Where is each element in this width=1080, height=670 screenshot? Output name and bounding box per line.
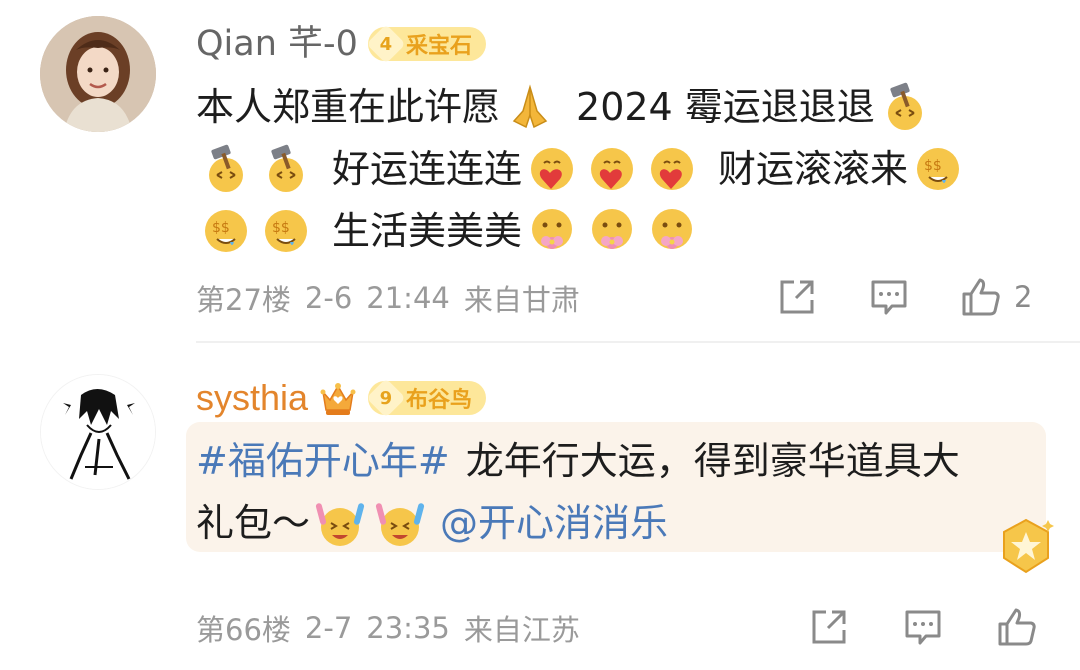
comment-divider bbox=[196, 341, 1080, 343]
heart-hug-emoji-icon bbox=[526, 143, 578, 195]
username[interactable]: systhia bbox=[196, 374, 308, 422]
comment-item: Qian 芊-0 4 采宝石 本人郑重在此许愿 2024 霉运退退退 好运连连连 bbox=[0, 0, 1080, 340]
fan-level-badge[interactable]: 4 采宝石 bbox=[366, 24, 486, 64]
badge-level-icon: 4 bbox=[366, 24, 406, 64]
fan-level-badge[interactable]: 9 布谷鸟 bbox=[366, 378, 487, 418]
avatar[interactable] bbox=[40, 374, 156, 490]
badge-label: 布谷鸟 bbox=[406, 388, 473, 413]
cheering-emoji-icon bbox=[314, 497, 366, 549]
badge-level-icon: 9 bbox=[366, 378, 406, 418]
comment-text-line: $$ $$ 生活美美美 bbox=[196, 200, 702, 262]
badge-label: 采宝石 bbox=[405, 34, 472, 59]
mention-link[interactable]: @开心消消乐 bbox=[440, 492, 668, 554]
money-eyes-emoji-icon: $$ bbox=[912, 143, 964, 195]
heart-hug-emoji-icon bbox=[646, 143, 698, 195]
post-location: 来自江苏 bbox=[463, 613, 580, 647]
like-count: 2 bbox=[1014, 280, 1033, 314]
like-icon bbox=[962, 278, 1000, 316]
share-icon bbox=[812, 610, 846, 644]
username[interactable]: Qian 芊-0 bbox=[196, 20, 358, 68]
post-time: 21:44 bbox=[366, 281, 450, 315]
share-icon bbox=[780, 280, 814, 314]
comment-meta: 第66楼 2-7 23:35 来自江苏 bbox=[196, 606, 580, 650]
comment-text: 龙年行大运，得到豪华道具大 bbox=[465, 439, 960, 483]
comment-icon bbox=[905, 610, 941, 645]
topic-link[interactable]: #福佑开心年# bbox=[196, 430, 450, 492]
comment-icon bbox=[871, 280, 907, 315]
svg-text:$$: $$ bbox=[272, 220, 290, 236]
hammer-emoji-icon bbox=[200, 143, 252, 195]
svg-text:$$: $$ bbox=[212, 220, 230, 236]
heart-hug-emoji-icon bbox=[586, 143, 638, 195]
like-icon bbox=[998, 608, 1036, 646]
comment-text-line: 本人郑重在此许愿 2024 霉运退退退 bbox=[196, 76, 935, 138]
premium-star-badge-icon bbox=[1003, 518, 1054, 574]
money-eyes-emoji-icon: $$ bbox=[200, 205, 252, 257]
comment-text: 好运连连连 bbox=[332, 147, 523, 191]
hammer-emoji-icon bbox=[260, 143, 312, 195]
comment-text: 礼包～ bbox=[196, 501, 311, 545]
comment-text-line: 礼包～ @开心消消乐 bbox=[196, 492, 668, 554]
comment-button[interactable] bbox=[868, 276, 910, 318]
floor-number: 第66楼 bbox=[196, 613, 291, 647]
like-button[interactable] bbox=[996, 606, 1050, 648]
post-date: 2-6 bbox=[304, 281, 353, 315]
flower-emoji-icon bbox=[586, 205, 638, 257]
cheering-emoji-icon bbox=[374, 497, 426, 549]
svg-text:$$: $$ bbox=[924, 158, 942, 174]
floor-number: 第27楼 bbox=[196, 283, 291, 317]
comment-meta: 第27楼 2-6 21:44 来自甘肃 bbox=[196, 276, 580, 320]
vip-crown-icon[interactable] bbox=[318, 378, 358, 418]
post-location: 来自甘肃 bbox=[463, 283, 580, 317]
post-time: 23:35 bbox=[366, 611, 450, 645]
comment-item: systhia 9 布谷鸟 #福佑开心年# 龙年行大运，得到豪华道具大 礼包～ … bbox=[0, 344, 1080, 670]
money-eyes-emoji-icon: $$ bbox=[260, 205, 312, 257]
comment-text-line: #福佑开心年# 龙年行大运，得到豪华道具大 bbox=[196, 430, 960, 492]
comment-text: 生活美美美 bbox=[332, 209, 523, 253]
share-button[interactable] bbox=[808, 606, 850, 648]
comment-text-line: 好运连连连 财运滚滚来 $$ bbox=[196, 138, 968, 200]
flower-emoji-icon bbox=[526, 205, 578, 257]
avatar[interactable] bbox=[40, 16, 156, 132]
post-date: 2-7 bbox=[304, 611, 353, 645]
comment-button[interactable] bbox=[902, 606, 944, 648]
share-button[interactable] bbox=[776, 276, 818, 318]
hammer-emoji-icon bbox=[879, 81, 931, 133]
flower-emoji-icon bbox=[646, 205, 698, 257]
like-button[interactable]: 2 bbox=[960, 276, 1032, 318]
pray-emoji-icon bbox=[504, 81, 556, 133]
comment-text: 2024 霉运退退退 bbox=[576, 85, 875, 129]
comment-text: 财运滚滚来 bbox=[718, 147, 909, 191]
comment-text: 本人郑重在此许愿 bbox=[196, 85, 501, 129]
